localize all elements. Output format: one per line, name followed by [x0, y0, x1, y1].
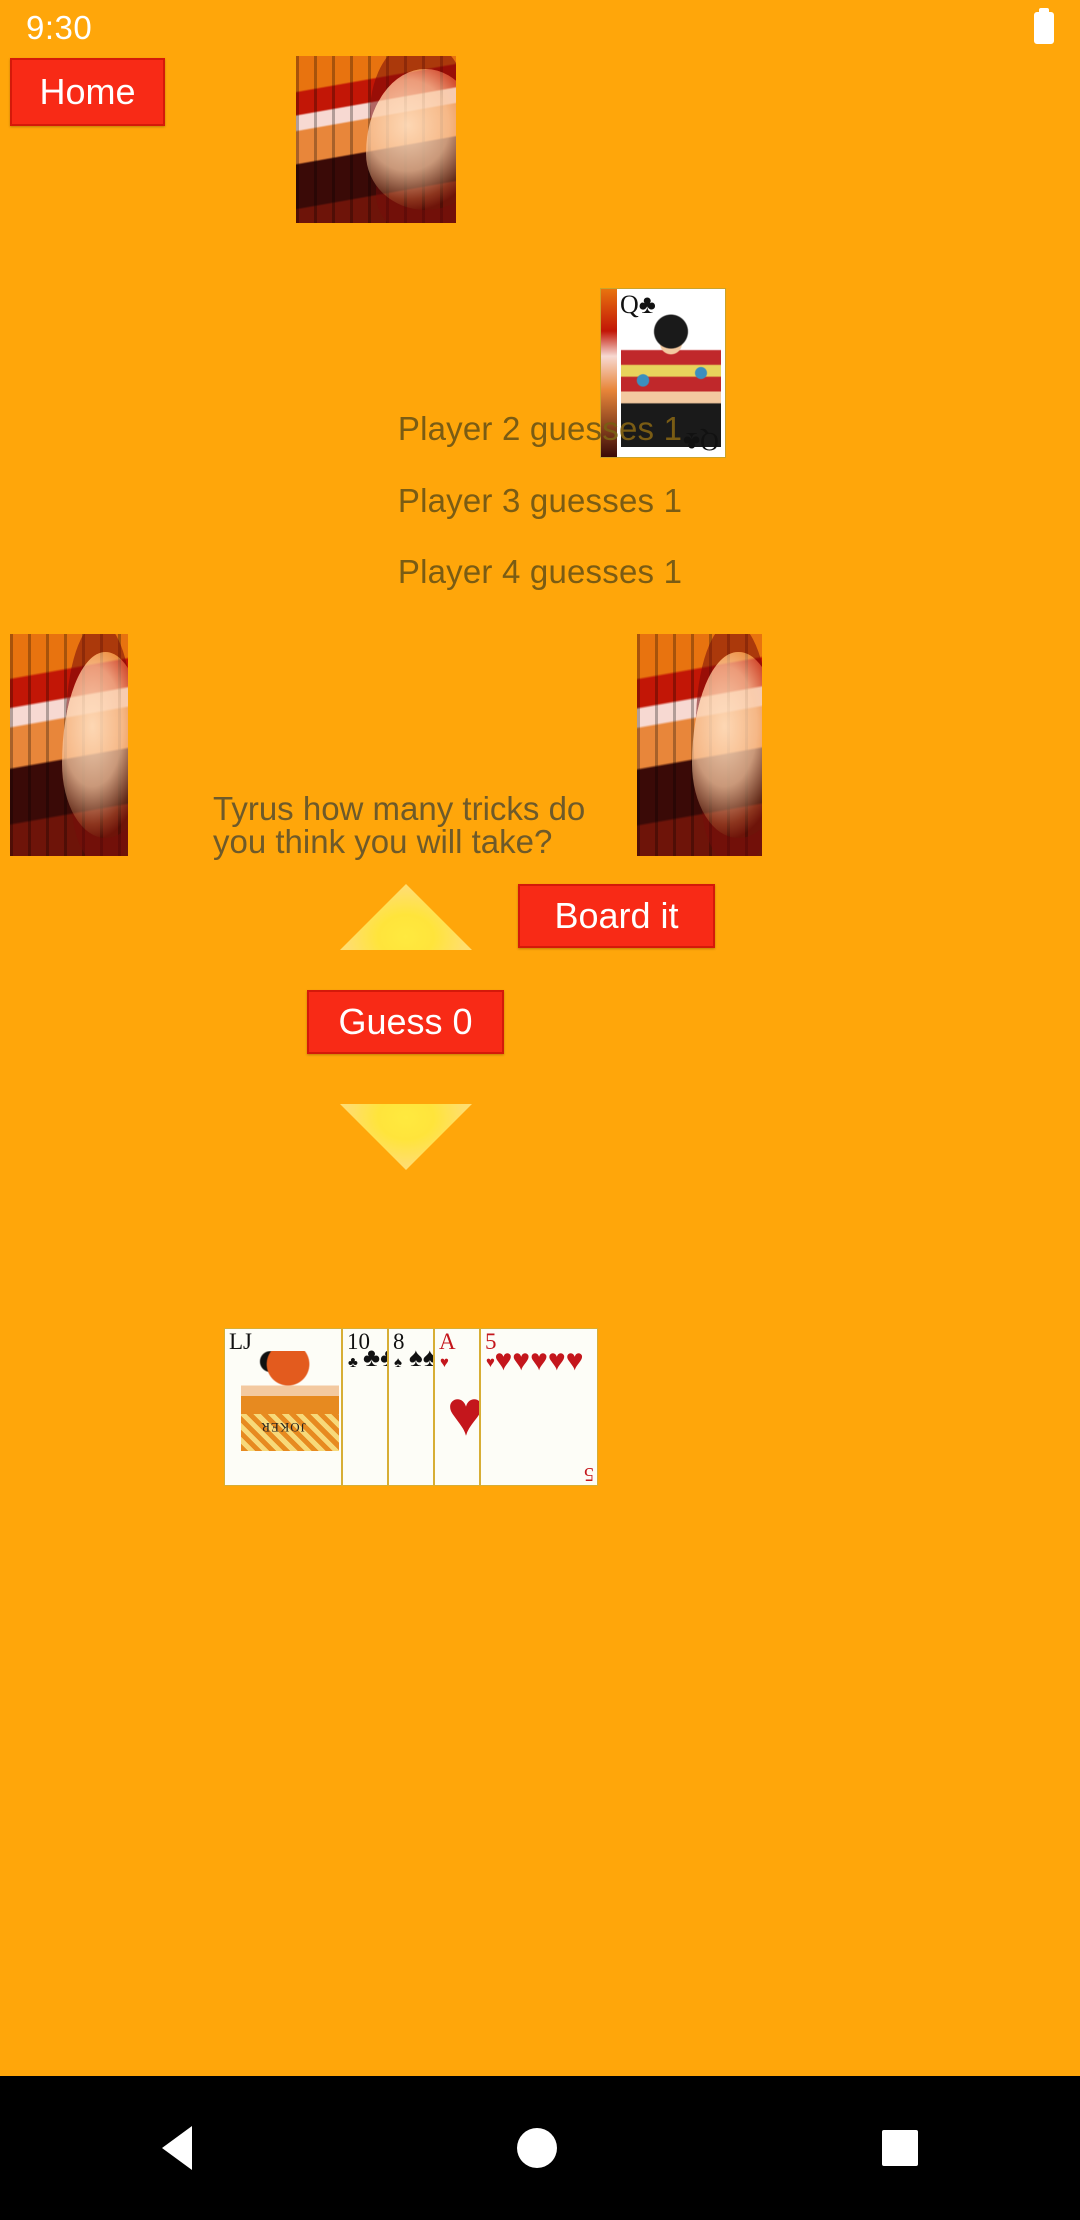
player-hand: LJ JOKER 10 ♣ ♣♣♣♣♣♣ 8 ♠ ♠♠♠♠ A ♥ ♥ 5 ♥ … — [224, 1328, 598, 1486]
card-pips: ♠♠♠♠ — [409, 1342, 434, 1372]
circle-home-icon[interactable] — [516, 2128, 557, 2168]
battery-icon — [1034, 12, 1054, 44]
status-bar: 9:30 — [0, 0, 1080, 56]
triangle-down-icon[interactable] — [340, 1104, 472, 1170]
card-rank: 8 — [393, 1329, 405, 1354]
player-2-guess-text: Player 2 guesses 1 — [397, 410, 683, 447]
top-player-card-back — [296, 56, 456, 223]
hand-card-little-joker[interactable]: LJ JOKER — [224, 1328, 342, 1486]
hand-card-ace-of-hearts[interactable]: A ♥ ♥ — [434, 1328, 480, 1486]
square-recents-icon[interactable] — [881, 2130, 918, 2166]
joker-artwork — [241, 1351, 339, 1483]
guess-button[interactable]: Guess 0 — [307, 990, 504, 1054]
guess-prompt-text: Tyrus how many tricks do you think you w… — [213, 790, 586, 860]
hand-card-eight-of-spades[interactable]: 8 ♠ ♠♠♠♠ — [388, 1328, 434, 1486]
card-suit-small: ♥ — [440, 1354, 449, 1371]
card-pips: ♣♣♣♣♣♣ — [363, 1342, 387, 1372]
card-rank: LJ — [229, 1329, 252, 1354]
card-rank: A — [439, 1329, 456, 1354]
hand-card-ten-of-clubs[interactable]: 10 ♣ ♣♣♣♣♣♣ — [342, 1328, 388, 1486]
trump-card-rank-top: Q♣ — [620, 290, 656, 319]
status-bar-clock: 9:30 — [26, 9, 93, 46]
triangle-back-icon[interactable] — [162, 2126, 193, 2170]
player-3-guess-text: Player 3 guesses 1 — [397, 482, 683, 519]
left-player-card-back — [10, 634, 128, 856]
player-4-guess-text: Player 4 guesses 1 — [397, 553, 683, 590]
card-pips: ♥ — [447, 1345, 479, 1481]
hand-card-five-of-hearts[interactable]: 5 ♥ ♥♥♥♥♥ 5 — [480, 1328, 598, 1486]
card-suit-small: ♣ — [348, 1354, 358, 1371]
card-suit-small: ♠ — [394, 1354, 402, 1371]
card-rank-bottom: 5 — [584, 1463, 594, 1485]
home-button[interactable]: Home — [10, 58, 165, 126]
android-navigation-bar — [0, 2076, 1080, 2220]
card-pips: ♥♥♥♥♥ — [494, 1344, 584, 1377]
board-it-button[interactable]: Board it — [518, 884, 715, 948]
right-player-card-back — [637, 634, 762, 856]
triangle-up-icon[interactable] — [340, 884, 472, 950]
joker-text: JOKER — [260, 1420, 306, 1436]
